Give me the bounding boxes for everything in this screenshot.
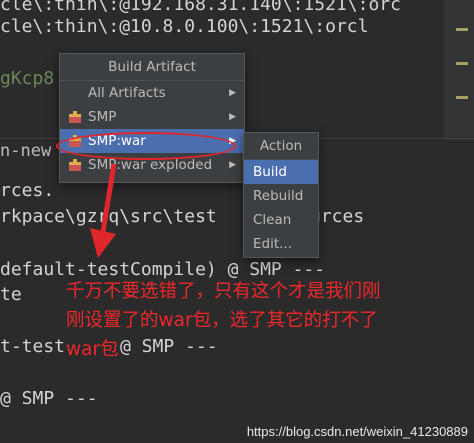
gutter-marker xyxy=(456,28,468,31)
action-edit[interactable]: Edit... xyxy=(244,232,318,256)
console-line: gKcp8 xyxy=(0,68,55,89)
chevron-right-icon: ▶ xyxy=(229,160,236,170)
console-line: @ SMP --- xyxy=(0,388,98,409)
annotation-arrow xyxy=(90,163,117,258)
artifact-icon xyxy=(69,111,81,123)
menu-item-all-artifacts[interactable]: All Artifacts ▶ xyxy=(60,81,244,105)
gutter-marker xyxy=(456,62,468,65)
annotation-text-line2: 刚设置了的war包，选了其它的打不了 xyxy=(66,310,378,331)
build-artifact-menu: Build Artifact All Artifacts ▶ SMP ▶ SMP… xyxy=(59,53,245,183)
console-line: n-new xyxy=(0,141,52,161)
annotation-text-line3: war包 xyxy=(66,339,119,360)
console-line: rces. xyxy=(0,180,55,201)
menu-item-label: All Artifacts xyxy=(88,85,166,101)
artifact-icon xyxy=(69,159,81,171)
action-title: Action xyxy=(244,133,318,160)
right-gutter xyxy=(444,0,474,140)
annotation-text-line1: 千万不要选错了，只有这个才是我们刚 xyxy=(66,281,381,302)
menu-item-smp[interactable]: SMP ▶ xyxy=(60,105,244,129)
chevron-right-icon: ▶ xyxy=(229,88,236,98)
gutter-marker xyxy=(456,96,468,99)
console-line: cle\:thin\:@10.8.0.100\:1521\:orcl xyxy=(0,16,369,37)
action-clean[interactable]: Clean xyxy=(244,208,318,232)
chevron-right-icon: ▶ xyxy=(229,112,236,122)
build-artifact-title: Build Artifact xyxy=(60,54,244,81)
console-line: t-test xyxy=(0,336,66,357)
action-rebuild[interactable]: Rebuild xyxy=(244,184,318,208)
console-line: te xyxy=(0,284,22,305)
watermark: https://blog.csdn.net/weixin_41230889 xyxy=(246,424,468,439)
action-submenu: Action Build Rebuild Clean Edit... xyxy=(243,132,319,258)
highlight-ellipse xyxy=(56,132,236,160)
console-line: cle\:thin\:@192.168.31.140\:1521\:orc xyxy=(0,0,401,15)
console-line: @ SMP --- xyxy=(120,336,218,357)
menu-item-label: SMP xyxy=(88,109,117,125)
action-build[interactable]: Build xyxy=(244,160,318,184)
